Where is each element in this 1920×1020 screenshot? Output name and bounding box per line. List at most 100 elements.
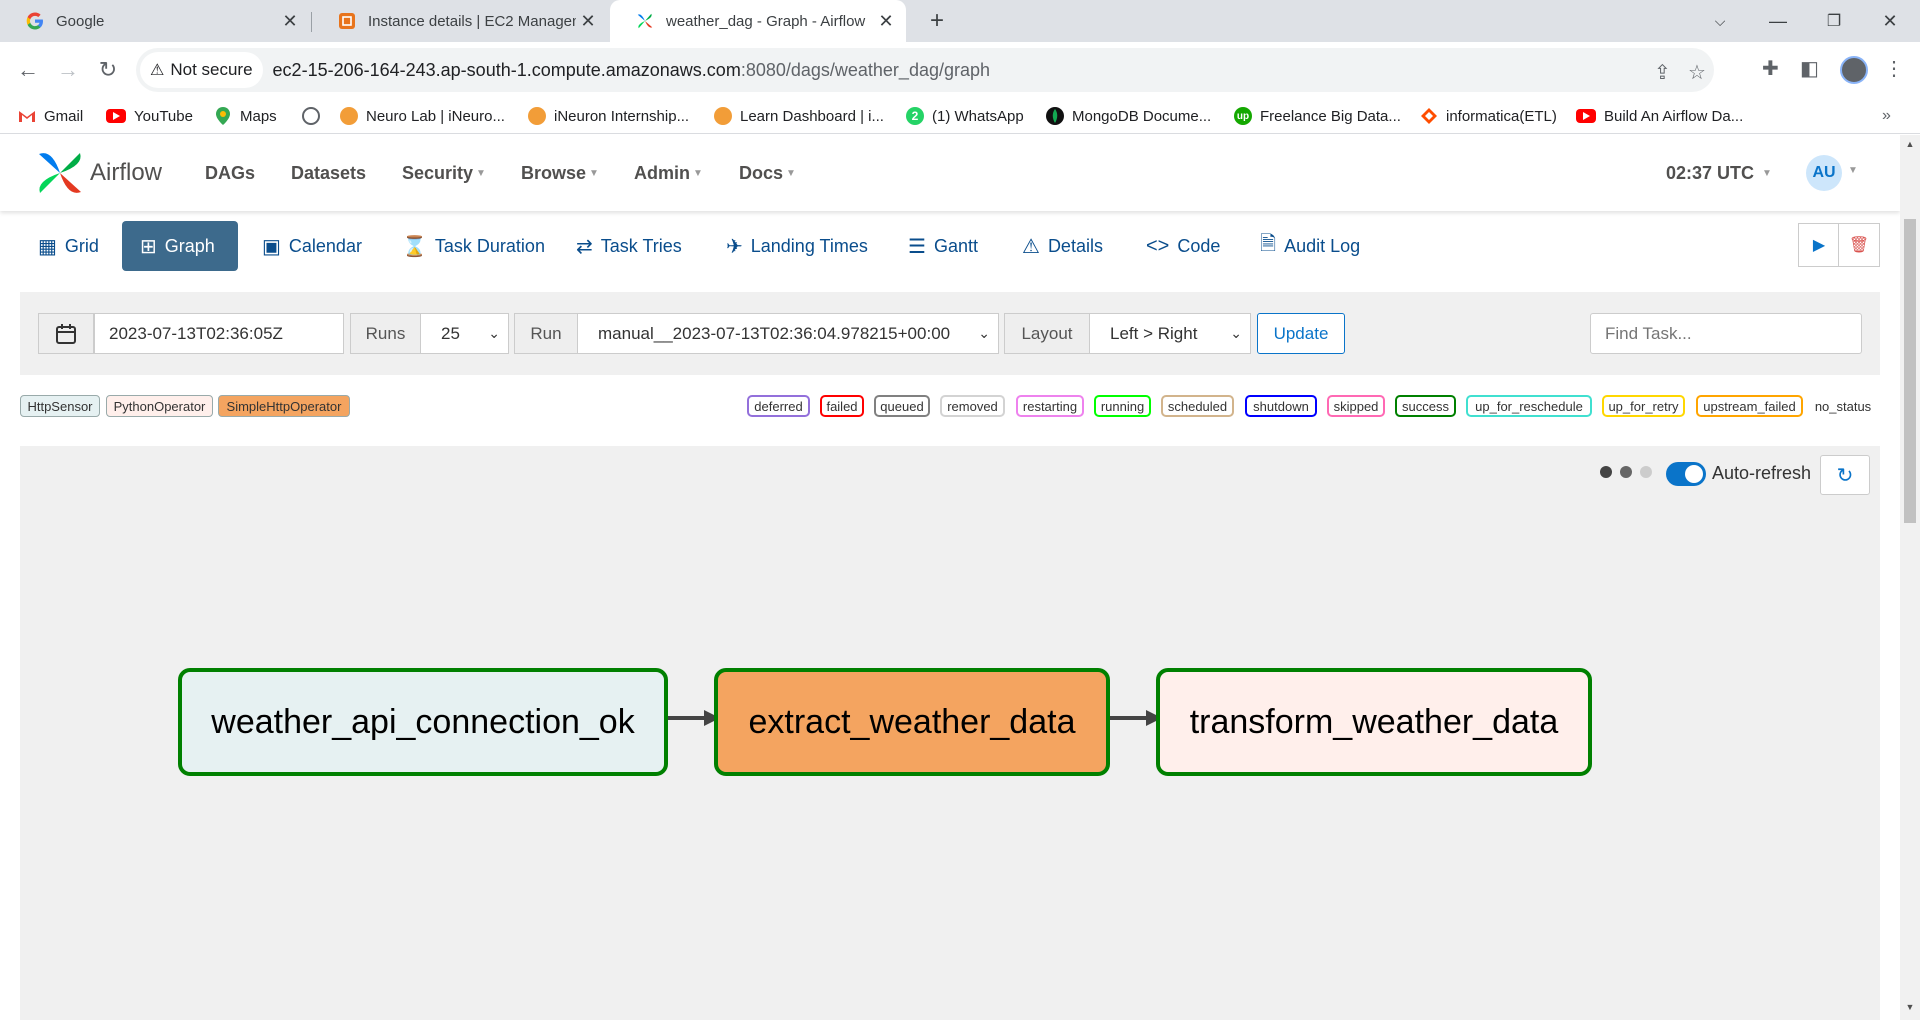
security-chip[interactable]: ⚠ Not secure: [140, 52, 263, 88]
bookmark-star-icon[interactable]: ☆: [1688, 60, 1706, 85]
user-avatar[interactable]: AU: [1806, 155, 1842, 191]
tab-code[interactable]: <> Code: [1146, 221, 1220, 271]
close-tab-icon[interactable]: ✕: [874, 11, 898, 32]
new-tab-icon[interactable]: +: [922, 6, 952, 36]
minimize-icon[interactable]: —: [1750, 0, 1806, 42]
extensions-puzzle-icon[interactable]: ✚: [1762, 56, 1779, 81]
scroll-up-arrow-icon[interactable]: ▲: [1900, 139, 1920, 155]
airflow-logo[interactable]: Airflow: [36, 149, 162, 197]
bookmark-freelance[interactable]: up Freelance Big Data...: [1234, 98, 1401, 134]
graph-controls: 2023-07-13T02:36:05Z Runs 25 ⌄ Run manual…: [20, 292, 1880, 375]
tab-label: Code: [1177, 235, 1221, 256]
state-legend-failed[interactable]: failed: [820, 395, 864, 417]
state-legend-running[interactable]: running: [1094, 395, 1151, 417]
restore-icon[interactable]: ❐: [1806, 0, 1862, 42]
close-tab-icon[interactable]: ✕: [576, 11, 600, 32]
bookmarks-overflow-icon[interactable]: »: [1882, 98, 1891, 134]
date-picker-button[interactable]: [38, 313, 94, 354]
tab-audit-log[interactable]: 🗎 Audit Log: [1260, 221, 1360, 271]
state-legend-queued[interactable]: queued: [874, 395, 930, 417]
profile-avatar[interactable]: [1840, 56, 1868, 84]
bookmark-youtube[interactable]: YouTube: [106, 98, 193, 134]
state-legend-shutdown[interactable]: shutdown: [1245, 395, 1317, 417]
scrollbar-thumb[interactable]: [1904, 219, 1916, 523]
browser-tab-google[interactable]: Google ✕: [0, 0, 310, 42]
nav-dags[interactable]: DAGs: [205, 135, 255, 211]
browser-tab-ec2[interactable]: Instance details | EC2 Manageme ✕: [312, 0, 608, 42]
share-icon[interactable]: ⇪: [1654, 60, 1671, 85]
find-task-input[interactable]: [1590, 313, 1862, 354]
layout-select[interactable]: Left > Right ⌄: [1089, 313, 1251, 354]
nav-datasets[interactable]: Datasets: [291, 135, 366, 211]
page-scrollbar[interactable]: ▲ ▼: [1900, 135, 1920, 1020]
task-node-weather-api-connection-ok[interactable]: weather_api_connection_ok: [178, 668, 668, 776]
bookmark-informatica[interactable]: informatica(ETL): [1420, 98, 1557, 134]
state-legend-success[interactable]: success: [1395, 395, 1456, 417]
tab-grid[interactable]: ▦ Grid: [38, 221, 99, 271]
reload-icon[interactable]: ↻: [92, 54, 124, 86]
state-legend-skipped[interactable]: skipped: [1327, 395, 1385, 417]
informatica-icon: [1420, 107, 1438, 125]
update-button[interactable]: Update: [1257, 313, 1345, 354]
operator-legend-simplehttpoperator[interactable]: SimpleHttpOperator: [218, 395, 350, 417]
tab-task-tries[interactable]: ⇄ Task Tries: [576, 221, 682, 271]
run-select[interactable]: manual__2023-07-13T02:36:04.978215+00:00…: [577, 313, 999, 354]
aws-icon: [338, 12, 356, 30]
state-legend-removed[interactable]: removed: [940, 395, 1005, 417]
state-legend-upstream-failed[interactable]: upstream_failed: [1696, 395, 1803, 417]
state-legend-up-for-reschedule[interactable]: up_for_reschedule: [1466, 395, 1592, 417]
nav-docs[interactable]: Docs ▼: [739, 135, 796, 211]
caret-down-icon[interactable]: ▼: [1848, 165, 1858, 176]
bookmark-learn-dashboard[interactable]: Learn Dashboard | i...: [714, 98, 884, 134]
tab-search-chevron-icon[interactable]: ⌵: [1692, 0, 1748, 42]
runs-label: Runs: [350, 313, 421, 354]
bookmark-airflow-tutorial[interactable]: Build An Airflow Da...: [1576, 98, 1743, 134]
execution-date-input[interactable]: 2023-07-13T02:36:05Z: [94, 313, 344, 354]
bookmark-gmail[interactable]: Gmail: [18, 98, 83, 134]
address-bar[interactable]: ⚠ Not secure ec2-15-206-164-243.ap-south…: [136, 48, 1714, 92]
scroll-down-arrow-icon[interactable]: ▼: [1900, 1002, 1920, 1018]
delete-dag-button[interactable]: 🗑: [1838, 223, 1880, 267]
tab-landing-times[interactable]: ✈ Landing Times: [726, 221, 868, 271]
trigger-dag-button[interactable]: ▶: [1798, 223, 1840, 267]
nav-browse[interactable]: Browse ▼: [521, 135, 599, 211]
state-legend-scheduled[interactable]: scheduled: [1161, 395, 1234, 417]
tab-graph[interactable]: ⊞ Graph: [122, 221, 238, 271]
forward-arrow-icon[interactable]: →: [52, 54, 84, 86]
caret-down-icon: ▼: [786, 167, 796, 179]
nav-security[interactable]: Security ▼: [402, 135, 486, 211]
close-window-icon[interactable]: ✕: [1862, 0, 1918, 42]
bookmark-mongodb[interactable]: MongoDB Docume...: [1046, 98, 1211, 134]
utc-clock[interactable]: 02:37 UTC ▼: [1666, 135, 1772, 211]
operator-legend-pythonoperator[interactable]: PythonOperator: [106, 395, 213, 417]
dag-edge: [668, 716, 706, 720]
bookmark-maps[interactable]: Maps: [214, 98, 277, 134]
bookmark-globe[interactable]: [302, 98, 328, 134]
task-node-transform-weather-data[interactable]: transform_weather_data: [1156, 668, 1592, 776]
tab-details[interactable]: ⚠ Details: [1022, 221, 1103, 271]
close-tab-icon[interactable]: ✕: [278, 11, 302, 32]
bookmark-whatsapp[interactable]: 2 (1) WhatsApp: [906, 98, 1024, 134]
back-arrow-icon[interactable]: ←: [12, 54, 44, 86]
task-node-extract-weather-data[interactable]: extract_weather_data: [714, 668, 1110, 776]
tab-gantt[interactable]: ☰ Gantt: [908, 221, 978, 271]
state-legend-deferred[interactable]: deferred: [747, 395, 810, 417]
runs-select[interactable]: 25 ⌄: [420, 313, 509, 354]
browser-tab-airflow[interactable]: weather_dag - Graph - Airflow ✕: [610, 0, 906, 42]
chevron-down-icon: ⌄: [978, 325, 990, 341]
repeat-icon: ⇄: [576, 235, 593, 258]
state-legend-no-status[interactable]: no_status: [1810, 395, 1876, 417]
bookmark-neuro-lab[interactable]: Neuro Lab | iNeuro...: [340, 98, 505, 134]
auto-refresh-toggle[interactable]: [1666, 462, 1706, 486]
operator-legend-httpsensor[interactable]: HttpSensor: [20, 395, 100, 417]
nav-admin[interactable]: Admin ▼: [634, 135, 703, 211]
dag-graph-canvas[interactable]: Auto-refresh ↻ weather_api_connection_ok…: [20, 446, 1880, 1020]
tab-task-duration[interactable]: ⌛ Task Duration: [402, 221, 545, 271]
kebab-menu-icon[interactable]: ⋮: [1884, 56, 1904, 81]
bookmark-ineuron-internship[interactable]: iNeuron Internship...: [528, 98, 689, 134]
state-legend-restarting[interactable]: restarting: [1016, 395, 1084, 417]
tab-calendar[interactable]: ▣ Calendar: [262, 221, 362, 271]
refresh-button[interactable]: ↻: [1820, 455, 1870, 495]
side-panel-icon[interactable]: ◧: [1800, 56, 1819, 81]
state-legend-up-for-retry[interactable]: up_for_retry: [1602, 395, 1685, 417]
